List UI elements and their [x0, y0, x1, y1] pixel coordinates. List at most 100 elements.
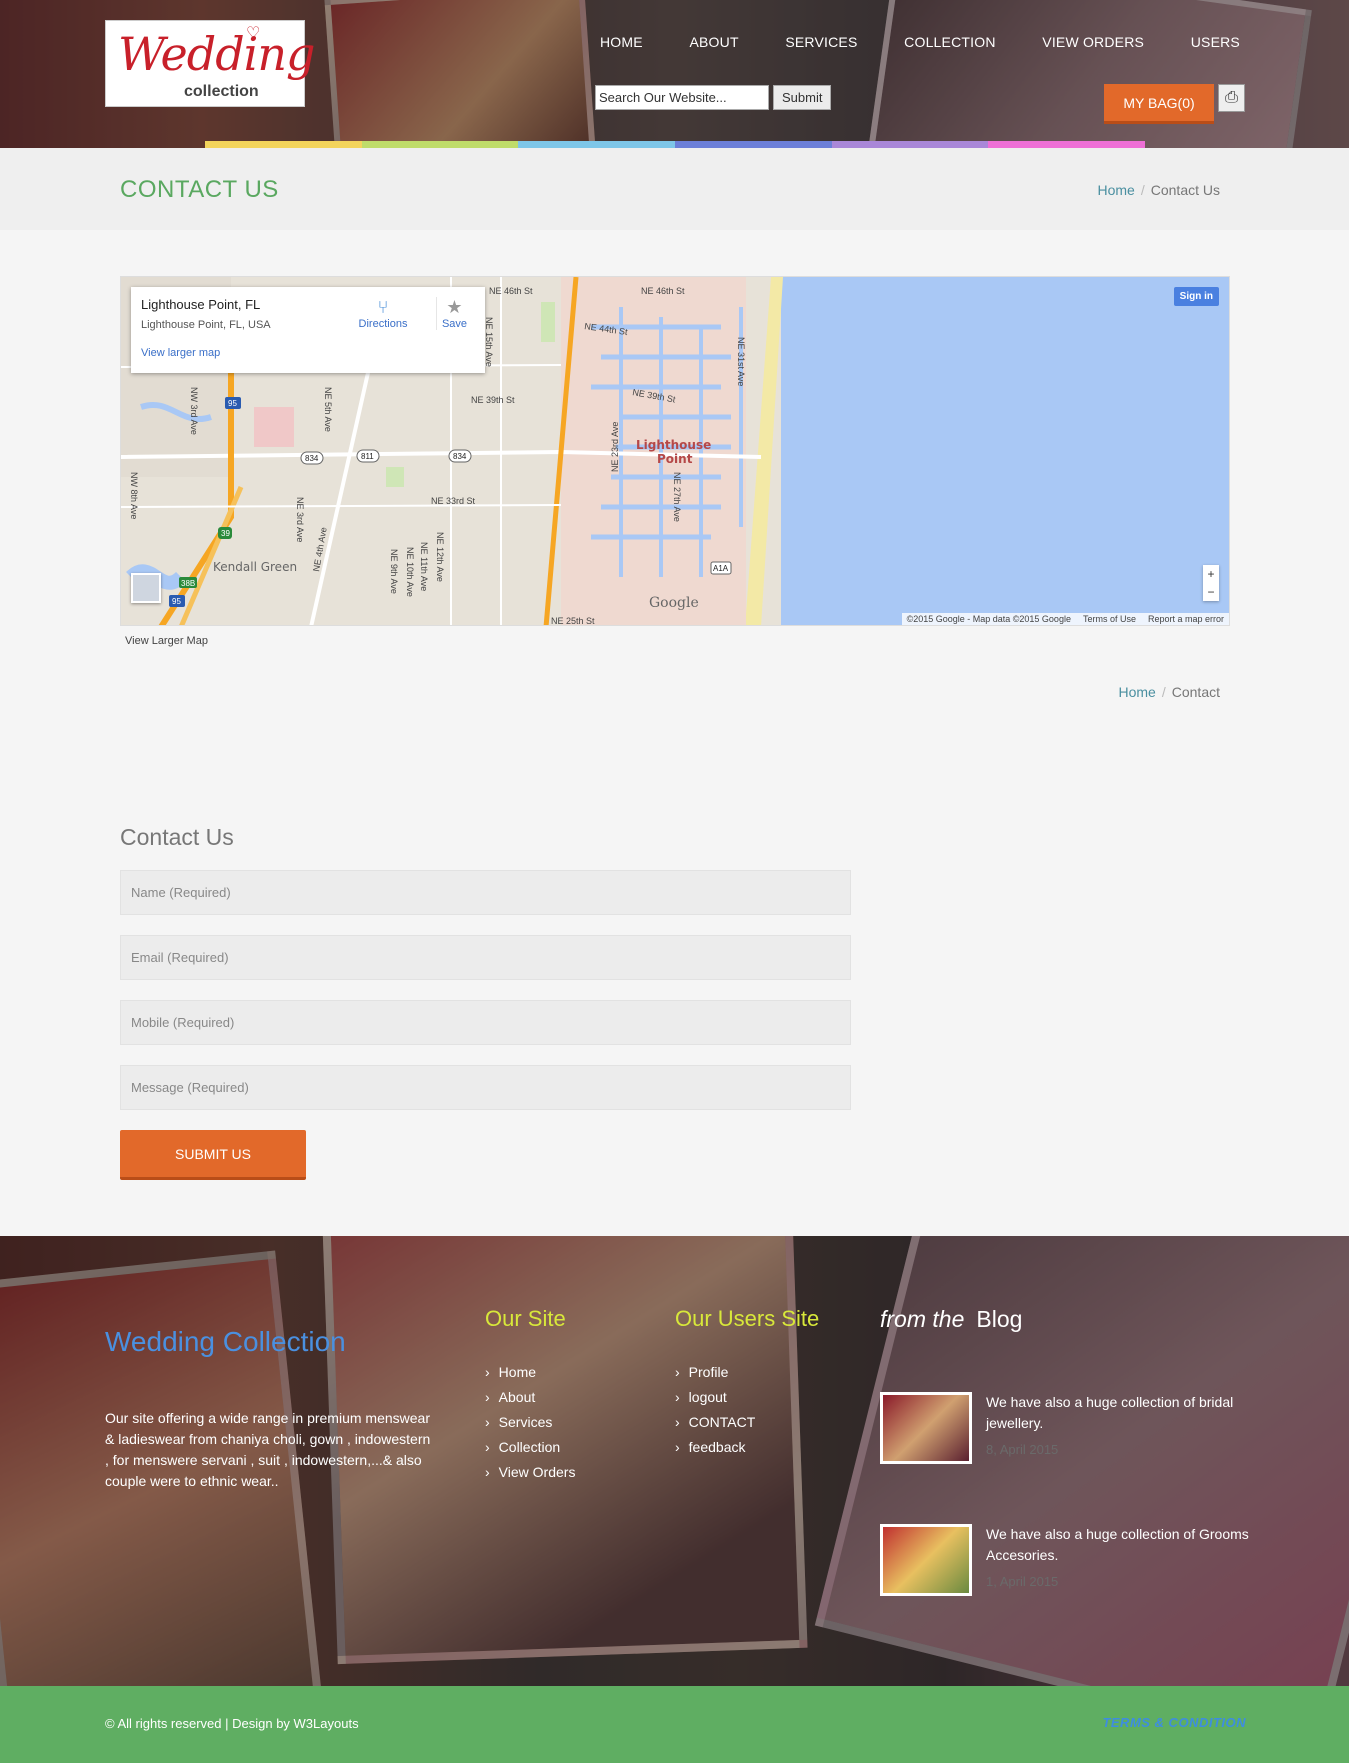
save-button[interactable]: ★ Save	[436, 297, 472, 330]
blog-post-text[interactable]: We have also a huge collection of Grooms…	[986, 1524, 1256, 1566]
street-label: NE 12th Ave	[435, 532, 445, 582]
main-nav: HOME ABOUT SERVICES COLLECTION VIEW ORDE…	[600, 34, 1240, 50]
city-label: Point	[657, 452, 693, 466]
page-title-strip: CONTACT US Home / Contact Us	[0, 148, 1349, 230]
logo-subtext: collection	[184, 83, 259, 100]
blog-thumbnail[interactable]	[880, 1392, 972, 1464]
route-shield-label: 834	[453, 452, 467, 461]
directions-icon: ⑂	[377, 297, 389, 317]
zoom-control: + −	[1203, 565, 1219, 601]
color-bar-segment	[831, 141, 989, 148]
site-header: Wedding ♡ collection HOME ABOUT SERVICES…	[0, 0, 1349, 148]
users-site-links: Profile logout CONTACT feedback	[675, 1364, 756, 1464]
footer-link-view-orders[interactable]: View Orders	[485, 1464, 576, 1489]
breadcrumb-home[interactable]: Home	[1098, 182, 1135, 198]
street-label: NE 15th Ave	[484, 317, 494, 367]
route-shield-label: 95	[228, 399, 237, 408]
footer-link-profile[interactable]: Profile	[675, 1364, 755, 1389]
our-site-heading: Our Site	[485, 1306, 566, 1331]
users-site-heading: Our Users Site	[675, 1306, 820, 1331]
street-label: NE 11th Ave	[419, 542, 429, 591]
color-bar-segment	[675, 141, 832, 148]
route-shield-label: 95	[172, 597, 181, 606]
name-field[interactable]	[120, 870, 851, 915]
park	[386, 467, 404, 487]
save-label: Save	[441, 318, 468, 330]
our-site-links: Home About Services Collection View Orde…	[485, 1364, 576, 1489]
street-label: NE 9th Ave	[389, 549, 399, 594]
google-map[interactable]: NE 46th St NE 46th St NE 44th St NE 39th…	[120, 276, 1230, 626]
terms-link[interactable]: TERMS & CONDITION	[1102, 1715, 1246, 1730]
report-map-error-link[interactable]: Report a map error	[1148, 614, 1224, 624]
my-bag-button[interactable]: MY BAG(0)	[1104, 84, 1214, 124]
site-logo[interactable]: Wedding ♡ collection	[105, 20, 315, 107]
message-field[interactable]	[120, 1065, 851, 1110]
footer-link-collection[interactable]: Collection	[485, 1439, 575, 1464]
breadcrumb-home[interactable]: Home	[1119, 684, 1156, 700]
breadcrumb: Home / Contact Us	[1098, 182, 1221, 198]
mobile-field[interactable]	[120, 1000, 851, 1045]
ocean	[781, 277, 1229, 625]
heart-icon: ♡	[246, 25, 261, 42]
blog-heading-word: Blog	[976, 1306, 1023, 1332]
nav-view-orders[interactable]: VIEW ORDERS	[1042, 34, 1144, 50]
street-label: NE 27th Ave	[672, 472, 682, 522]
map-sign-in-button[interactable]: Sign in	[1173, 287, 1219, 306]
breadcrumb-separator: /	[1140, 182, 1145, 198]
nav-about[interactable]: ABOUT	[689, 34, 738, 50]
site-footer: Wedding Collection Our site offering a w…	[0, 1236, 1349, 1686]
search-input[interactable]	[595, 85, 769, 110]
printer-icon[interactable]: ⎙	[1218, 84, 1245, 112]
copyright-text: © All rights reserved | Design by W3Layo…	[105, 1716, 359, 1731]
map-attribution: ©2015 Google - Map data ©2015 Google Ter…	[901, 613, 1229, 625]
breadcrumb-separator: /	[1161, 684, 1166, 700]
street-label: NE 10th Ave	[405, 547, 415, 597]
submit-button[interactable]: SUBMIT US	[120, 1130, 306, 1180]
nav-users[interactable]: USERS	[1191, 34, 1240, 50]
blog-post[interactable]: We have also a huge collection of bridal…	[880, 1392, 1260, 1484]
color-bar-segment	[988, 141, 1146, 148]
blog-post-text[interactable]: We have also a huge collection of bridal…	[986, 1392, 1256, 1434]
footer-link-services[interactable]: Services	[485, 1414, 575, 1439]
email-field[interactable]	[120, 935, 851, 980]
place-address: Lighthouse Point, FL, USA	[141, 319, 271, 331]
nav-home[interactable]: HOME	[600, 34, 643, 50]
search-submit-button[interactable]: Submit	[773, 85, 832, 110]
bottom-bar: © All rights reserved | Design by W3Layo…	[0, 1686, 1349, 1763]
blog-thumbnail[interactable]	[880, 1524, 972, 1596]
blog-post[interactable]: We have also a huge collection of Grooms…	[880, 1524, 1260, 1616]
view-larger-map-link[interactable]: View Larger Map	[125, 635, 208, 647]
footer-description: Our site offering a wide range in premiu…	[105, 1410, 431, 1489]
nav-services[interactable]: SERVICES	[785, 34, 857, 50]
blog-heading-prefix: from the	[880, 1306, 965, 1332]
breadcrumb-current: Contact Us	[1150, 182, 1220, 198]
footer-link-feedback[interactable]: feedback	[675, 1439, 755, 1464]
street-label: NE 5th Ave	[323, 387, 333, 432]
street-label: NW 3rd Ave	[189, 387, 199, 435]
street-label: NW 8th Ave	[129, 472, 139, 519]
route-shield-label: 38B	[181, 579, 195, 588]
street-label: NE 3rd Ave	[295, 497, 305, 542]
footer-link-about[interactable]: About	[485, 1389, 575, 1414]
city-label: Lighthouse	[636, 438, 711, 452]
zoom-out-button[interactable]: −	[1203, 583, 1219, 601]
view-larger-map-link[interactable]: View larger map	[141, 347, 220, 359]
zoom-in-button[interactable]: +	[1203, 565, 1219, 583]
footer-link-logout[interactable]: logout	[675, 1389, 755, 1414]
nav-collection[interactable]: COLLECTION	[904, 34, 995, 50]
street-view-thumbnail[interactable]	[131, 573, 161, 603]
beach	[745, 277, 783, 625]
street-label: NE 25th St	[551, 616, 595, 626]
street	[121, 504, 562, 508]
terms-of-use-link[interactable]: Terms of Use	[1083, 614, 1136, 624]
color-bar-segment	[518, 141, 676, 148]
street-label: NE 31st Ave	[736, 337, 746, 386]
footer-link-home[interactable]: Home	[485, 1364, 575, 1389]
breadcrumb: Home / Contact	[1119, 684, 1221, 700]
directions-button[interactable]: ⑂ Directions	[353, 297, 413, 330]
color-bar-segment	[205, 141, 362, 148]
color-bar-segment	[361, 141, 519, 148]
road	[309, 336, 378, 625]
footer-link-contact[interactable]: CONTACT	[675, 1414, 756, 1439]
blog-post-date: 1, April 2015	[986, 1574, 1059, 1589]
